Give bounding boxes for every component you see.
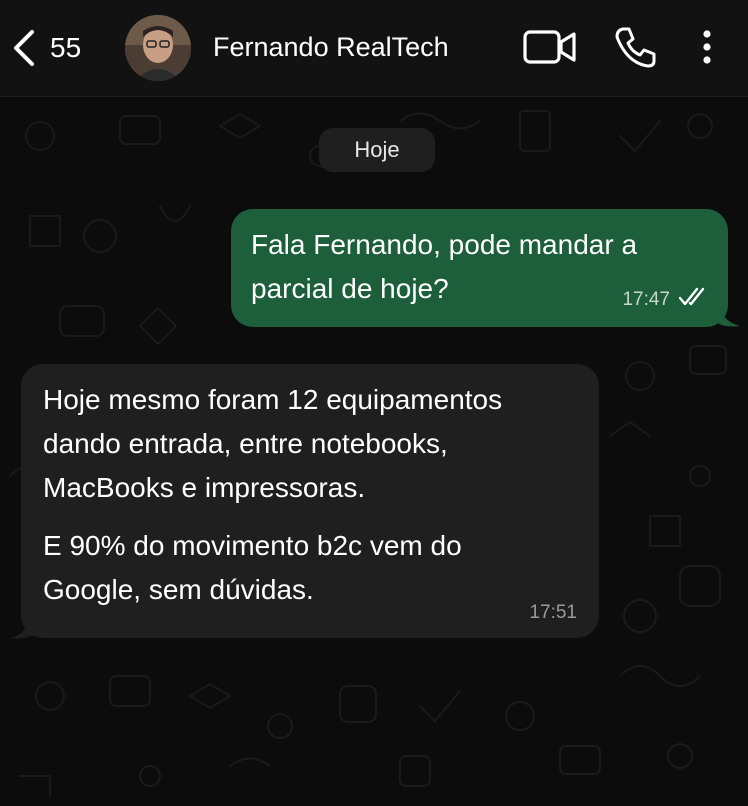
message-line: Fala Fernando, pode mandar a: [251, 229, 638, 260]
message-line: dando entrada, entre notebooks,: [43, 428, 448, 459]
unread-count: 55: [50, 32, 82, 63]
outgoing-message[interactable]: Fala Fernando, pode mandar a parcial de …: [231, 209, 728, 327]
message-line: MacBooks e impressoras.: [43, 472, 366, 503]
more-options-button[interactable]: [694, 24, 720, 74]
voice-call-button[interactable]: [610, 24, 660, 74]
video-call-button[interactable]: [522, 24, 578, 74]
read-receipt-icon: [678, 287, 710, 313]
message-line: Hoje mesmo foram 12 equipamentos: [43, 384, 503, 415]
message-time: 17:47: [622, 289, 670, 310]
message-meta: 17:47: [622, 287, 710, 313]
phone-icon: [613, 25, 657, 74]
date-separator: Hoje: [319, 128, 435, 172]
message-time: 17:51: [529, 602, 577, 623]
chevron-left-icon: [10, 28, 36, 68]
incoming-message[interactable]: Hoje mesmo foram 12 equipamentos dando e…: [21, 364, 599, 638]
contact-name[interactable]: Fernando RealTech: [213, 32, 449, 63]
video-call-icon: [523, 29, 577, 69]
more-vertical-icon: [702, 29, 712, 70]
back-button[interactable]: 55: [10, 24, 81, 72]
chat-screen: 55 Fernando RealTech Hoje Fala Fernando,…: [0, 0, 748, 806]
message-line: E 90% do movimento b2c vem do: [43, 530, 462, 561]
contact-avatar[interactable]: [125, 15, 191, 81]
chat-header: 55 Fernando RealTech: [0, 0, 748, 97]
message-line: Google, sem dúvidas.: [43, 574, 314, 605]
message-meta: 17:51: [529, 602, 577, 624]
message-text: Hoje mesmo foram 12 equipamentos dando e…: [43, 378, 577, 612]
